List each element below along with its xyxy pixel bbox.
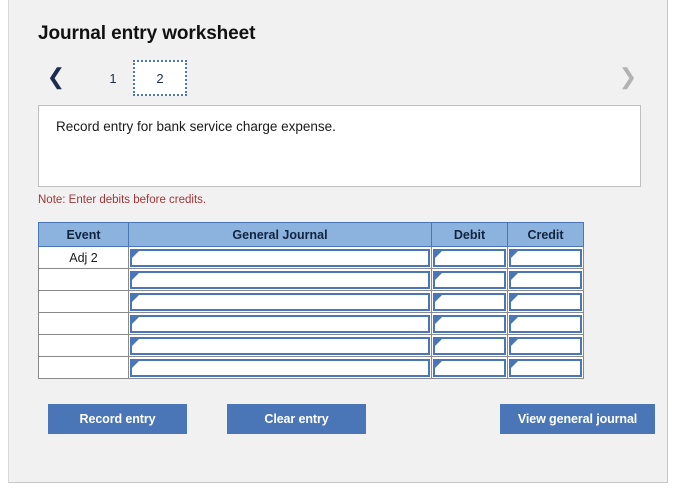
- credit-input-cell[interactable]: [507, 356, 584, 379]
- dropdown-corner-icon: [132, 316, 139, 324]
- view-general-journal-button[interactable]: View general journal: [500, 404, 655, 434]
- credit-input-cell[interactable]: [507, 268, 584, 291]
- debit-input-cell[interactable]: [431, 334, 508, 357]
- event-cell[interactable]: [38, 268, 129, 291]
- dropdown-corner-icon: [511, 294, 518, 302]
- dropdown-corner-icon: [132, 338, 139, 346]
- chevron-left-icon[interactable]: ❮: [43, 58, 69, 96]
- clear-entry-button[interactable]: Clear entry: [227, 404, 366, 434]
- general-journal-input-cell[interactable]: [128, 334, 432, 357]
- dropdown-corner-icon: [132, 294, 139, 302]
- column-header-credit: Credit: [507, 222, 584, 247]
- dropdown-corner-icon: [435, 360, 442, 368]
- dropdown-corner-icon: [511, 272, 518, 280]
- pager-page-1[interactable]: 1: [86, 60, 140, 96]
- table-row: [38, 334, 584, 357]
- chevron-right-icon[interactable]: ❯: [615, 58, 641, 96]
- table-row: [38, 290, 584, 313]
- table-row: [38, 356, 584, 379]
- event-cell[interactable]: Adj 2: [38, 246, 129, 269]
- record-entry-button[interactable]: Record entry: [48, 404, 187, 434]
- credit-input-cell[interactable]: [507, 246, 584, 269]
- dropdown-corner-icon: [435, 294, 442, 302]
- general-journal-input-cell[interactable]: [128, 356, 432, 379]
- pager-page-2[interactable]: 2: [133, 60, 187, 96]
- page-title: Journal entry worksheet: [38, 23, 256, 44]
- dropdown-corner-icon: [132, 272, 139, 280]
- debit-input-cell[interactable]: [431, 268, 508, 291]
- credit-input-cell[interactable]: [507, 290, 584, 313]
- general-journal-input-cell[interactable]: [128, 268, 432, 291]
- dropdown-corner-icon: [511, 360, 518, 368]
- journal-entry-table: Event General Journal Debit Credit Adj 2: [38, 222, 584, 379]
- credit-input-cell[interactable]: [507, 334, 584, 357]
- table-header-row: Event General Journal Debit Credit: [38, 222, 584, 247]
- dropdown-corner-icon: [435, 316, 442, 324]
- general-journal-input-cell[interactable]: [128, 312, 432, 335]
- debit-input-cell[interactable]: [431, 246, 508, 269]
- general-journal-input-cell[interactable]: [128, 246, 432, 269]
- debit-input-cell[interactable]: [431, 356, 508, 379]
- event-cell[interactable]: [38, 312, 129, 335]
- credit-input-cell[interactable]: [507, 312, 584, 335]
- table-row: [38, 268, 584, 291]
- table-row: Adj 2: [38, 246, 584, 269]
- column-header-event: Event: [38, 222, 129, 247]
- event-cell[interactable]: [38, 334, 129, 357]
- column-header-debit: Debit: [431, 222, 508, 247]
- journal-entry-worksheet-panel: Journal entry worksheet ❮ 1 2 ❯ Record e…: [8, 0, 668, 483]
- event-cell[interactable]: [38, 290, 129, 313]
- column-header-general-journal: General Journal: [128, 222, 432, 247]
- dropdown-corner-icon: [435, 250, 442, 258]
- worksheet-pager: ❮ 1 2 ❯: [38, 58, 641, 98]
- entry-description-box: Record entry for bank service charge exp…: [38, 105, 641, 187]
- dropdown-corner-icon: [511, 316, 518, 324]
- dropdown-corner-icon: [435, 272, 442, 280]
- dropdown-corner-icon: [132, 250, 139, 258]
- event-cell[interactable]: [38, 356, 129, 379]
- debits-before-credits-note: Note: Enter debits before credits.: [38, 194, 207, 206]
- dropdown-corner-icon: [435, 338, 442, 346]
- dropdown-corner-icon: [511, 250, 518, 258]
- general-journal-input-cell[interactable]: [128, 290, 432, 313]
- dropdown-corner-icon: [132, 360, 139, 368]
- dropdown-corner-icon: [511, 338, 518, 346]
- entry-description-text: Record entry for bank service charge exp…: [56, 119, 336, 134]
- table-row: [38, 312, 584, 335]
- debit-input-cell[interactable]: [431, 290, 508, 313]
- debit-input-cell[interactable]: [431, 312, 508, 335]
